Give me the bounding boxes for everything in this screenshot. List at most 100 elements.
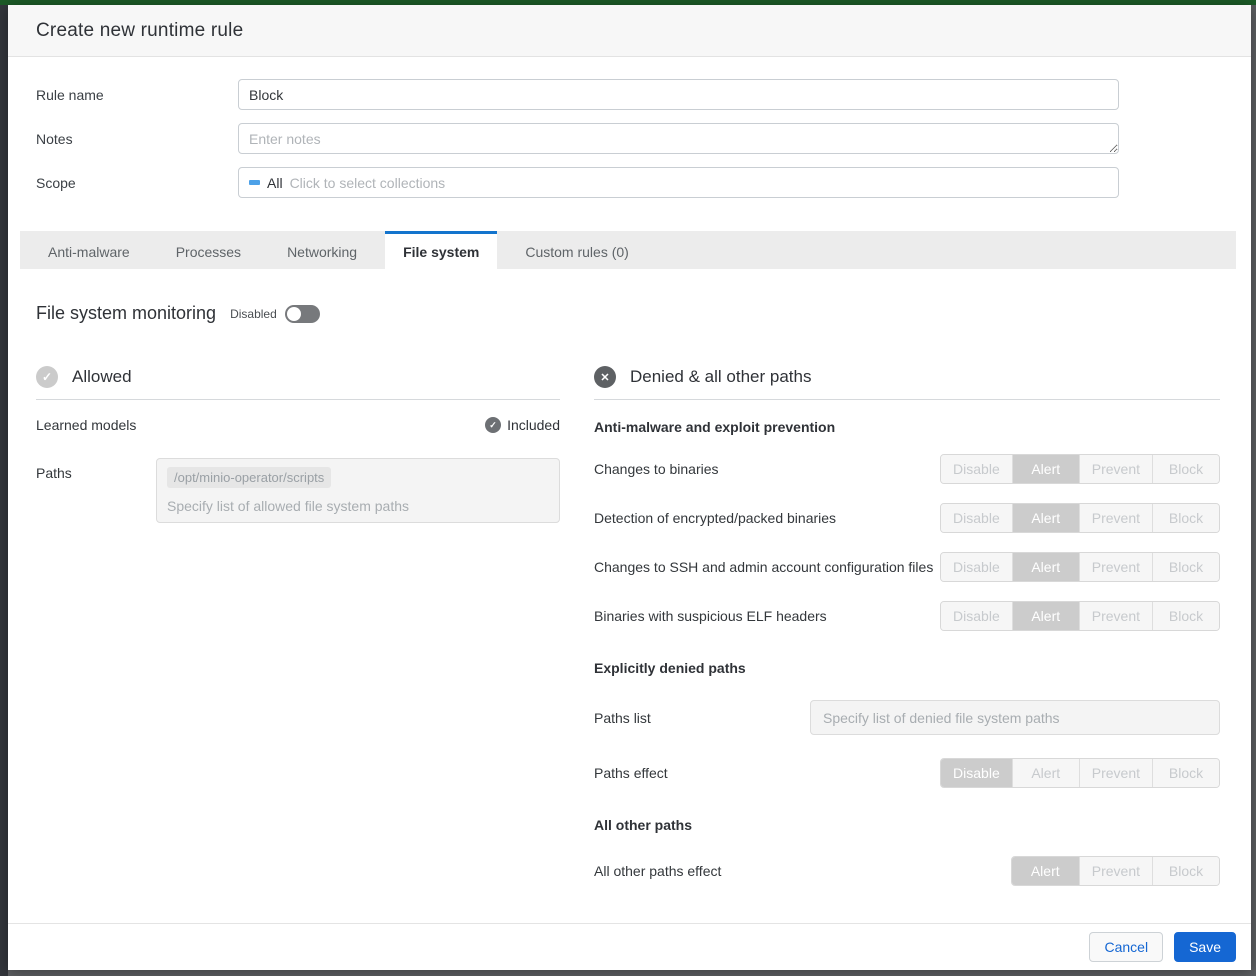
effect-option-alert[interactable]: Alert	[1012, 602, 1079, 630]
file-system-tab-content: File system monitoring Disabled ✓ Allowe…	[8, 269, 1251, 923]
allowed-check-icon: ✓	[36, 366, 58, 388]
denied-header: ✕ Denied & all other paths	[594, 366, 1220, 400]
effect-option-alert[interactable]: Alert	[1012, 553, 1079, 581]
effect-option-alert[interactable]: Alert	[1012, 857, 1079, 885]
effect-segmented-control: DisableAlertPreventBlock	[940, 503, 1220, 533]
effect-option-prevent[interactable]: Prevent	[1079, 553, 1152, 581]
effect-option-disable[interactable]: Disable	[941, 504, 1012, 532]
effect-option-prevent[interactable]: Prevent	[1079, 602, 1152, 630]
effect-option-prevent[interactable]: Prevent	[1079, 857, 1152, 885]
effect-row: Changes to SSH and admin account configu…	[594, 552, 1220, 582]
denied-title: Denied & all other paths	[630, 367, 811, 387]
allowed-panel: ✓ Allowed Learned models ✓ Included Path…	[36, 366, 560, 886]
effect-segmented-control: AlertPreventBlock	[1011, 856, 1220, 886]
effect-option-alert[interactable]: Alert	[1012, 759, 1079, 787]
all-other-paths-heading: All other paths	[594, 817, 1220, 833]
effect-row: Binaries with suspicious ELF headers Disa…	[594, 601, 1220, 631]
dialog-footer: Cancel Save	[8, 923, 1251, 970]
rule-name-input[interactable]	[238, 79, 1119, 110]
effect-segmented-control: DisableAlertPreventBlock	[940, 552, 1220, 582]
effect-row: Changes to binaries DisableAlertPreventBl…	[594, 454, 1220, 484]
page-backdrop	[0, 5, 8, 976]
allowed-header: ✓ Allowed	[36, 366, 560, 400]
effect-row-label: Detection of encrypted/packed binaries	[594, 508, 836, 528]
effect-segmented-control: DisableAlertPreventBlock	[940, 758, 1220, 788]
allowed-paths-input[interactable]: /opt/minio-operator/scripts Specify list…	[156, 458, 560, 523]
effect-segmented-control: DisableAlertPreventBlock	[940, 454, 1220, 484]
effect-option-alert[interactable]: Alert	[1012, 455, 1079, 483]
effect-option-block[interactable]: Block	[1152, 857, 1219, 885]
effect-option-block[interactable]: Block	[1152, 602, 1219, 630]
effect-row: Detection of encrypted/packed binaries Di…	[594, 503, 1220, 533]
rule-name-label: Rule name	[36, 87, 238, 103]
file-system-monitoring-row: File system monitoring Disabled	[36, 303, 1220, 324]
paths-effect-label: Paths effect	[594, 763, 668, 783]
rule-form: Rule name Notes Scope All Click to selec…	[8, 57, 1251, 211]
effect-option-block[interactable]: Block	[1152, 759, 1219, 787]
tab-file-system[interactable]: File system	[385, 231, 497, 269]
monitoring-toggle[interactable]	[285, 305, 320, 323]
rule-name-row: Rule name	[36, 79, 1223, 110]
denied-x-icon: ✕	[594, 366, 616, 388]
included-label: Included	[507, 417, 560, 433]
anti-malware-effect-rows: Changes to binariesDisableAlertPreventBl…	[594, 454, 1220, 631]
allowed-denied-columns: ✓ Allowed Learned models ✓ Included Path…	[36, 366, 1220, 886]
notes-label: Notes	[36, 131, 238, 147]
effect-option-prevent[interactable]: Prevent	[1079, 455, 1152, 483]
create-runtime-rule-dialog: Create new runtime rule Rule name Notes …	[8, 5, 1251, 970]
effect-row-label: Changes to SSH and admin account configu…	[594, 557, 933, 577]
anti-malware-section-heading: Anti-malware and exploit prevention	[594, 419, 1220, 435]
effect-row-label: Changes to binaries	[594, 459, 719, 479]
tab-processes[interactable]: Processes	[158, 231, 259, 269]
effect-option-alert[interactable]: Alert	[1012, 504, 1079, 532]
allowed-paths-placeholder: Specify list of allowed file system path…	[167, 498, 549, 514]
scope-label: Scope	[36, 175, 238, 191]
scope-collections-input[interactable]: All Click to select collections	[238, 167, 1119, 198]
effect-option-disable[interactable]: Disable	[941, 602, 1012, 630]
tab-bar: Anti-malware Processes Networking File syst…	[20, 231, 1236, 269]
effect-option-disable[interactable]: Disable	[941, 455, 1012, 483]
denied-paths-input[interactable]	[810, 700, 1220, 735]
toggle-knob	[287, 307, 301, 321]
cancel-button[interactable]: Cancel	[1089, 932, 1163, 962]
all-other-paths-effect-label: All other paths effect	[594, 861, 721, 881]
tab-anti-malware[interactable]: Anti-malware	[30, 231, 148, 269]
scope-placeholder: Click to select collections	[290, 175, 446, 191]
effect-segmented-control: DisableAlertPreventBlock	[940, 601, 1220, 631]
collection-tag: All	[267, 175, 283, 191]
paths-list-label: Paths list	[594, 710, 810, 726]
learned-models-label: Learned models	[36, 417, 136, 433]
included-check-icon: ✓	[485, 417, 501, 433]
learned-models-row: Learned models ✓ Included	[36, 417, 560, 433]
tab-custom-rules[interactable]: Custom rules (0)	[507, 231, 646, 269]
allowed-path-chip: /opt/minio-operator/scripts	[167, 467, 331, 488]
paths-effect-row: Paths effect DisableAlertPreventBlock	[594, 758, 1220, 788]
allowed-paths-label: Paths	[36, 458, 156, 523]
tab-networking[interactable]: Networking	[269, 231, 375, 269]
effect-option-disable[interactable]: Disable	[941, 553, 1012, 581]
notes-row: Notes	[36, 123, 1223, 154]
dialog-header: Create new runtime rule	[8, 5, 1251, 57]
notes-input[interactable]	[238, 123, 1119, 154]
column-gap	[560, 366, 594, 886]
allowed-title: Allowed	[72, 367, 132, 387]
effect-option-prevent[interactable]: Prevent	[1079, 504, 1152, 532]
effect-option-block[interactable]: Block	[1152, 553, 1219, 581]
save-button[interactable]: Save	[1174, 932, 1236, 962]
dialog-title: Create new runtime rule	[36, 20, 243, 42]
allowed-paths-row: Paths /opt/minio-operator/scripts Specif…	[36, 458, 560, 523]
effect-option-block[interactable]: Block	[1152, 504, 1219, 532]
effect-row-label: Binaries with suspicious ELF headers	[594, 606, 827, 626]
denied-paths-list-row: Paths list	[594, 700, 1220, 735]
scope-row: Scope All Click to select collections	[36, 167, 1223, 198]
denied-panel: ✕ Denied & all other paths Anti-malware …	[594, 366, 1220, 886]
collection-tag-icon	[249, 180, 260, 185]
all-other-paths-effect-row: All other paths effect AlertPreventBlock	[594, 856, 1220, 886]
effect-option-disable[interactable]: Disable	[941, 759, 1012, 787]
learned-models-status: ✓ Included	[485, 417, 560, 433]
explicitly-denied-heading: Explicitly denied paths	[594, 660, 1220, 676]
effect-option-prevent[interactable]: Prevent	[1079, 759, 1152, 787]
effect-option-block[interactable]: Block	[1152, 455, 1219, 483]
file-system-monitoring-heading: File system monitoring	[36, 303, 216, 324]
monitoring-toggle-label: Disabled	[230, 307, 277, 321]
